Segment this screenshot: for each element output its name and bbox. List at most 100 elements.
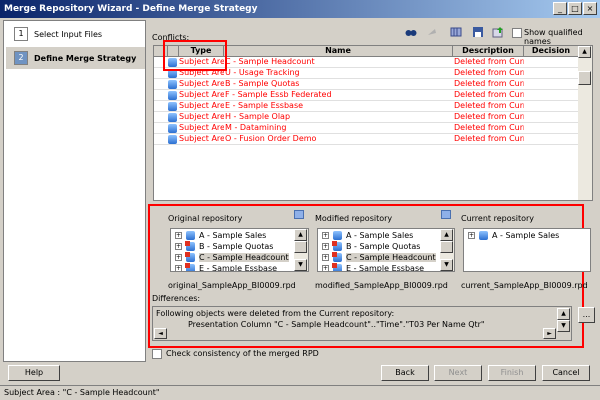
cell-name: M - Datamining xyxy=(225,123,287,132)
cell-name: E - Sample Essbase xyxy=(225,101,304,110)
finish-button[interactable]: Finish xyxy=(488,365,536,381)
diff-scroll-down[interactable]: ▼ xyxy=(557,320,570,332)
current-repository-label: Current repository xyxy=(461,214,535,223)
diff-scroll-right[interactable]: ► xyxy=(543,328,556,339)
original-repository-file: original_SampleApp_BI0009.rpd xyxy=(168,281,296,290)
diff-scroll-up[interactable]: ▲ xyxy=(557,308,570,320)
scroll-thumb[interactable] xyxy=(578,71,591,85)
tree-item[interactable]: + B - Sample Quotas xyxy=(175,241,273,252)
expand-icon[interactable]: + xyxy=(175,265,182,271)
status-text: Subject Area : "C - Sample Headcount" xyxy=(4,388,160,397)
expand-icon[interactable]: + xyxy=(468,232,475,239)
table-row[interactable]: Subject Area H - Sample Olap Deleted fro… xyxy=(154,112,579,123)
table-row[interactable]: Subject Area F - Sample Essb Federated D… xyxy=(154,90,579,101)
cell-description: Deleted from Current xyxy=(454,123,524,132)
modified-columns-icon[interactable] xyxy=(441,210,451,219)
cell-type: Subject Area xyxy=(179,90,224,99)
steps-panel: 1 Select Input Files 2 Define Merge Stra… xyxy=(3,20,146,362)
expand-icon[interactable]: + xyxy=(322,265,329,271)
minimize-button[interactable]: _ xyxy=(553,2,567,15)
column-header-description[interactable]: Description xyxy=(453,46,524,57)
scroll-down-button[interactable]: ▼ xyxy=(440,259,453,271)
column-header-decision[interactable]: Decision xyxy=(524,46,579,57)
scroll-thumb[interactable] xyxy=(440,241,453,253)
tree-scrollbar[interactable]: ▲ ▼ xyxy=(294,229,308,271)
check-consistency-checkbox[interactable] xyxy=(152,349,162,359)
cell-description: Deleted from Current xyxy=(454,112,524,121)
original-repository-label: Original repository xyxy=(168,214,243,223)
scroll-down-button[interactable]: ▼ xyxy=(294,259,307,271)
table-scrollbar[interactable]: ▲ xyxy=(578,46,592,200)
cell-type: Subject Area xyxy=(179,123,224,132)
check-consistency-label: Check consistency of the merged RPD xyxy=(166,349,319,358)
tree-scrollbar[interactable]: ▲ ▼ xyxy=(440,229,454,271)
columns-icon[interactable] xyxy=(450,26,462,38)
differences-box[interactable]: Following objects were deleted from the … xyxy=(152,306,572,341)
expand-icon[interactable]: + xyxy=(175,243,182,250)
cancel-button[interactable]: Cancel xyxy=(542,365,590,381)
cell-description: Deleted from Current xyxy=(454,101,524,110)
next-button[interactable]: Next xyxy=(434,365,482,381)
cell-type: Subject Area xyxy=(179,79,224,88)
modified-repository-file: modified_SampleApp_BI0009.rpd xyxy=(315,281,448,290)
tree-item[interactable]: + E - Sample Essbase xyxy=(175,263,277,271)
maximize-button[interactable]: □ xyxy=(568,2,582,15)
subject-area-icon xyxy=(333,231,342,240)
cell-name: C - Sample Headcount xyxy=(225,57,315,66)
table-row[interactable]: Subject Area M - Datamining Deleted from… xyxy=(154,123,579,134)
tree-item[interactable]: + C - Sample Headcount xyxy=(322,252,436,263)
column-header-name[interactable]: Name xyxy=(224,46,453,57)
step-number: 1 xyxy=(14,27,28,41)
subject-area-icon xyxy=(168,91,177,100)
original-columns-icon[interactable] xyxy=(294,210,304,219)
differences-label: Differences: xyxy=(152,294,201,303)
tree-item[interactable]: + C - Sample Headcount xyxy=(175,252,289,263)
table-row[interactable]: Subject Area O - Fusion Order Demo Delet… xyxy=(154,134,579,145)
show-qualified-names-checkbox[interactable] xyxy=(512,28,522,38)
subject-area-icon xyxy=(185,263,195,271)
subject-area-icon xyxy=(168,80,177,89)
subject-area-icon xyxy=(332,263,342,271)
table-row[interactable]: Subject Area B - Sample Quotas Deleted f… xyxy=(154,79,579,90)
scroll-up-button[interactable]: ▲ xyxy=(440,229,453,241)
tree-item[interactable]: + B - Sample Quotas xyxy=(322,241,420,252)
expand-icon[interactable]: + xyxy=(322,243,329,250)
tree-item-label: A - Sample Sales xyxy=(492,231,560,240)
subject-area-icon xyxy=(168,113,177,122)
step-define-merge-strategy[interactable]: 2 Define Merge Strategy xyxy=(6,47,145,69)
close-button[interactable]: × xyxy=(583,2,597,15)
find-icon[interactable] xyxy=(405,26,417,38)
tree-item[interactable]: + A - Sample Sales xyxy=(468,230,559,241)
diff-scroll-left[interactable]: ◄ xyxy=(154,328,167,339)
cell-description: Deleted from Current xyxy=(454,57,524,66)
tree-item[interactable]: + E - Sample Essbase xyxy=(322,263,424,271)
back-button[interactable]: Back xyxy=(381,365,429,381)
cell-name: F - Sample Essb Federated xyxy=(225,90,332,99)
save-icon[interactable] xyxy=(472,26,484,38)
cell-name: U - Usage Tracking xyxy=(225,68,300,77)
expand-icon[interactable]: + xyxy=(175,254,182,261)
expand-icon[interactable]: + xyxy=(322,254,329,261)
tree-item[interactable]: + A - Sample Sales xyxy=(322,230,413,241)
scroll-up-button[interactable]: ▲ xyxy=(294,229,307,241)
subject-area-icon xyxy=(168,102,177,111)
differences-line-1: Following objects were deleted from the … xyxy=(156,309,395,318)
subject-area-icon xyxy=(168,124,177,133)
expand-icon[interactable]: + xyxy=(322,232,329,239)
cell-description: Deleted from Current xyxy=(454,79,524,88)
tree-item[interactable]: + A - Sample Sales xyxy=(175,230,266,241)
help-button[interactable]: Help xyxy=(8,365,60,381)
scroll-up-button[interactable]: ▲ xyxy=(578,46,591,58)
subject-area-icon xyxy=(479,231,488,240)
table-row[interactable]: Subject Area E - Sample Essbase Deleted … xyxy=(154,101,579,112)
status-bar: Subject Area : "C - Sample Headcount" xyxy=(0,385,600,400)
step-label: Select Input Files xyxy=(34,29,103,39)
find-next-icon[interactable] xyxy=(426,26,438,38)
expand-icon[interactable]: + xyxy=(175,232,182,239)
subject-area-icon xyxy=(185,252,195,262)
load-icon[interactable] xyxy=(492,26,504,38)
scroll-thumb[interactable] xyxy=(294,241,307,253)
step-select-input-files[interactable]: 1 Select Input Files xyxy=(6,23,145,45)
differences-more-button[interactable]: ... xyxy=(578,307,595,323)
subject-area-icon xyxy=(185,241,195,251)
